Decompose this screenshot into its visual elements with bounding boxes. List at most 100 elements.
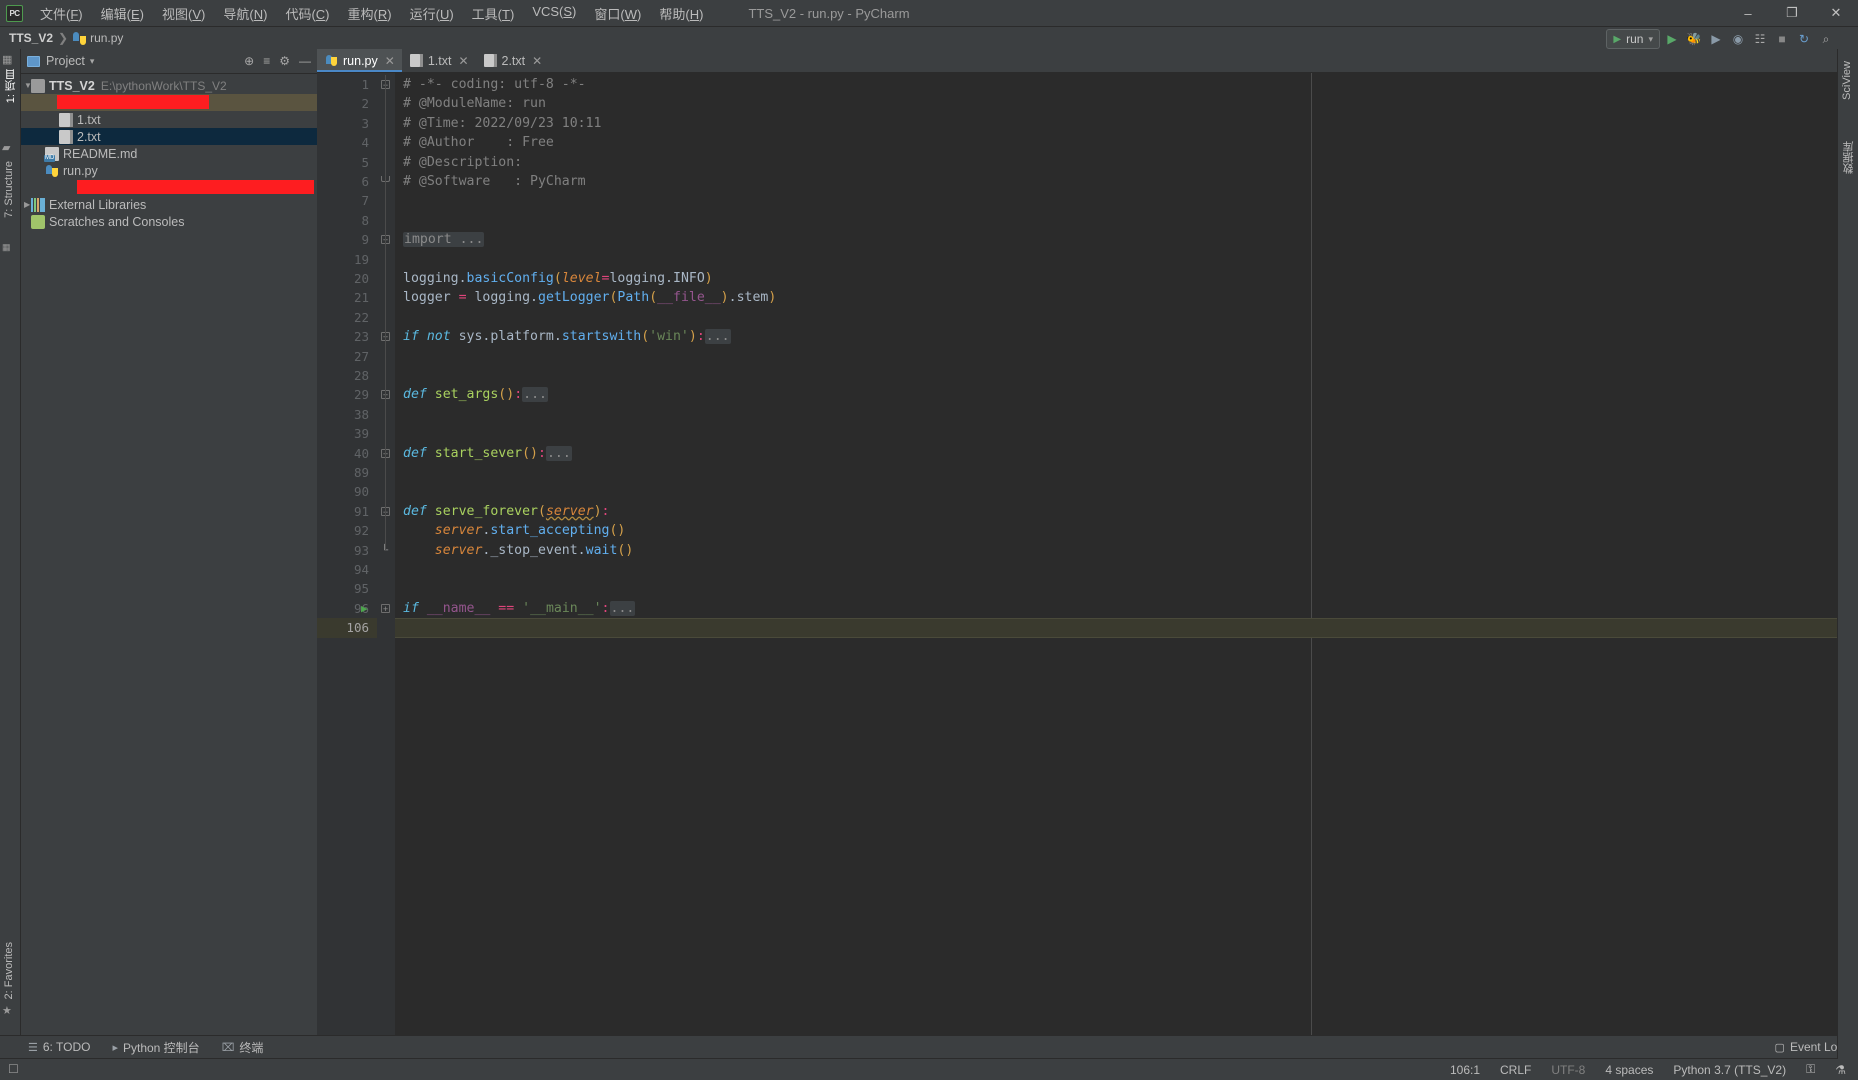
- menu-item-0[interactable]: 文件(F): [31, 1, 92, 26]
- memory-indicator-icon[interactable]: ☐: [8, 1062, 19, 1076]
- run-with-coverage-button[interactable]: ▶: [1706, 29, 1726, 49]
- indent-setting[interactable]: 4 spaces: [1605, 1063, 1653, 1077]
- menu-item-3[interactable]: 导航(N): [214, 1, 276, 26]
- tree-item-label: 2.txt: [77, 129, 101, 144]
- run-button[interactable]: ▶: [1662, 29, 1682, 49]
- line-number: 4: [361, 135, 369, 151]
- tree-row[interactable]: ▼ TTS_V2 E:\pythonWork\TTS_V2: [21, 77, 317, 94]
- line-separator[interactable]: CRLF: [1500, 1063, 1531, 1077]
- close-button[interactable]: ✕: [1814, 0, 1858, 27]
- breadcrumb-file[interactable]: run.py: [73, 31, 123, 45]
- attach-process-button[interactable]: ☷: [1750, 29, 1770, 49]
- tree-row-redacted[interactable]: [21, 94, 317, 111]
- bottom-tool-terminal[interactable]: ⌧ 终端: [222, 1039, 264, 1056]
- line-number: 91: [353, 503, 369, 519]
- code-line-3[interactable]: # @Time: 2022/09/23 10:11: [403, 114, 602, 133]
- settings-gear-icon[interactable]: ⚙: [279, 54, 290, 68]
- file-encoding[interactable]: UTF-8: [1551, 1063, 1585, 1077]
- lock-icon[interactable]: ⚿: [1806, 1062, 1815, 1077]
- breadcrumb-project[interactable]: TTS_V2: [9, 31, 53, 45]
- close-icon[interactable]: ✕: [532, 54, 542, 68]
- search-icon[interactable]: ⌕: [1816, 29, 1836, 49]
- bottom-tool-python-console[interactable]: ▸ Python 控制台: [112, 1039, 199, 1056]
- tree-row[interactable]: ▶ External Libraries: [21, 196, 317, 213]
- code-line-20[interactable]: logging.basicConfig(level=logging.INFO): [403, 269, 713, 288]
- tree-row[interactable]: Scratches and Consoles: [21, 213, 317, 230]
- menu-item-10[interactable]: 帮助(H): [650, 1, 712, 26]
- editor-tab-1-txt[interactable]: 1.txt ✕: [402, 49, 476, 72]
- fold-expand-icon[interactable]: +: [381, 603, 390, 613]
- sidebar-item-sciview[interactable]: SciView: [1841, 61, 1853, 100]
- event-log-button[interactable]: ▢ Event Log: [1775, 1040, 1844, 1054]
- grid-icon[interactable]: ▦: [2, 53, 19, 66]
- code-line-5[interactable]: # @Description:: [403, 153, 522, 172]
- debug-button[interactable]: 🐝: [1684, 29, 1704, 49]
- code-line-91[interactable]: def serve_forever(server):: [403, 502, 609, 521]
- code-content[interactable]: # -*- coding: utf-8 -*- # @ModuleName: ru…: [395, 73, 1858, 1059]
- hide-panel-icon[interactable]: —: [299, 54, 311, 68]
- code-line-93[interactable]: server._stop_event.wait(): [403, 541, 634, 560]
- tree-row-redacted[interactable]: [21, 179, 317, 196]
- editor-tab-label: run.py: [343, 53, 378, 68]
- collapse-all-icon[interactable]: ≡: [263, 54, 270, 68]
- maximize-button[interactable]: ❐: [1770, 0, 1814, 27]
- menu-bar: PC 文件(F) 编辑(E) 视图(V) 导航(N) 代码(C) 重构(R) 运行(U) 工具…: [0, 0, 1858, 27]
- caret-position[interactable]: 106:1: [1450, 1063, 1480, 1077]
- line-number: 95: [353, 581, 369, 597]
- sidebar-item-project[interactable]: 1: 项目: [3, 69, 19, 103]
- menu-item-5[interactable]: 重构(R): [339, 1, 401, 26]
- stop-button[interactable]: ■: [1772, 29, 1792, 49]
- menu-item-2[interactable]: 视图(V): [153, 1, 214, 26]
- code-line-29[interactable]: def set_args():...: [403, 385, 548, 404]
- folder-icon[interactable]: ▰: [2, 141, 19, 154]
- code-line-96[interactable]: if __name__ == '__main__':...: [403, 599, 636, 618]
- run-line-gutter-icon[interactable]: ▶: [361, 602, 368, 615]
- code-line-4[interactable]: # @Author : Free: [403, 133, 554, 152]
- menu-item-4[interactable]: 代码(C): [276, 1, 338, 26]
- editor-tab-run-py[interactable]: run.py ✕: [317, 49, 402, 72]
- sync-button[interactable]: ↻: [1794, 29, 1814, 49]
- tree-row[interactable]: run.py: [21, 162, 317, 179]
- code-line-1[interactable]: # -*- coding: utf-8 -*-: [403, 75, 586, 94]
- tree-row[interactable]: 1.txt: [21, 111, 317, 128]
- line-number-gutter[interactable]: 1 2 3 4 5 6 7 8 9 19 20 21 22 23 27 28 29 38 39 40 89 90 91 92 9…: [317, 73, 377, 1059]
- code-line-23[interactable]: if not sys.platform.startswith('win'):..…: [403, 327, 731, 346]
- tree-row[interactable]: 2.txt: [21, 128, 317, 145]
- code-line-92[interactable]: server.start_accepting(): [403, 521, 626, 540]
- tree-item-label: Scratches and Consoles: [49, 214, 185, 229]
- tree-row[interactable]: README.md: [21, 145, 317, 162]
- left-tool-strip: ▦ 1: 项目 ▰ 7: Structure ▦ 2: Favorites ★ …: [0, 49, 21, 1059]
- python-interpreter[interactable]: Python 3.7 (TTS_V2): [1673, 1063, 1786, 1077]
- code-folding-gutter[interactable]: −++++−└+: [377, 73, 395, 1059]
- profile-button[interactable]: ◉: [1728, 29, 1748, 49]
- sidebar-item-structure[interactable]: 7: Structure: [3, 161, 15, 218]
- code-editor[interactable]: 1 2 3 4 5 6 7 8 9 19 20 21 22 23 27 28 29 38 39 40 89 90 91 92 9…: [317, 73, 1858, 1059]
- bottom-tool-label: 终端: [239, 1040, 264, 1055]
- code-line-6[interactable]: # @Software : PyCharm: [403, 172, 586, 191]
- menu-item-6[interactable]: 运行(U): [401, 1, 463, 26]
- bottom-tool-todo[interactable]: ☰ 6: TODO: [28, 1039, 90, 1056]
- module-icon[interactable]: ▦: [2, 242, 19, 253]
- menu-item-1[interactable]: 编辑(E): [92, 1, 153, 26]
- run-configuration-selector[interactable]: ▶ run ▾: [1606, 29, 1660, 49]
- star-icon[interactable]: ★: [2, 1004, 19, 1017]
- locate-file-icon[interactable]: ⊕: [244, 54, 254, 68]
- code-line-40[interactable]: def start_sever():...: [403, 444, 572, 463]
- minimize-button[interactable]: –: [1726, 0, 1770, 27]
- code-line-2[interactable]: # @ModuleName: run: [403, 94, 546, 113]
- code-line-21[interactable]: logger = logging.getLogger(Path(__file__…: [403, 288, 776, 307]
- menu-item-7[interactable]: 工具(T): [463, 1, 524, 26]
- editor-tab-2-txt[interactable]: 2.txt ✕: [476, 49, 550, 72]
- close-icon[interactable]: ✕: [458, 54, 468, 68]
- line-number: 6: [361, 174, 369, 189]
- chevron-down-icon[interactable]: ▾: [90, 56, 95, 67]
- sidebar-item-database[interactable]: 数据库: [1841, 141, 1857, 174]
- menu-item-8[interactable]: VCS(S): [523, 1, 585, 26]
- inspection-icon[interactable]: ⚗: [1835, 1063, 1846, 1077]
- menu-item-9[interactable]: 窗口(W): [585, 1, 650, 26]
- status-bar: ☐ 106:1 CRLF UTF-8 4 spaces Python 3.7 (…: [0, 1058, 1858, 1080]
- bottom-tool-label: Python 控制台: [122, 1040, 200, 1055]
- close-icon[interactable]: ✕: [385, 54, 395, 68]
- sidebar-item-favorites[interactable]: 2: Favorites: [3, 942, 15, 999]
- code-line-9[interactable]: import ...: [403, 230, 485, 249]
